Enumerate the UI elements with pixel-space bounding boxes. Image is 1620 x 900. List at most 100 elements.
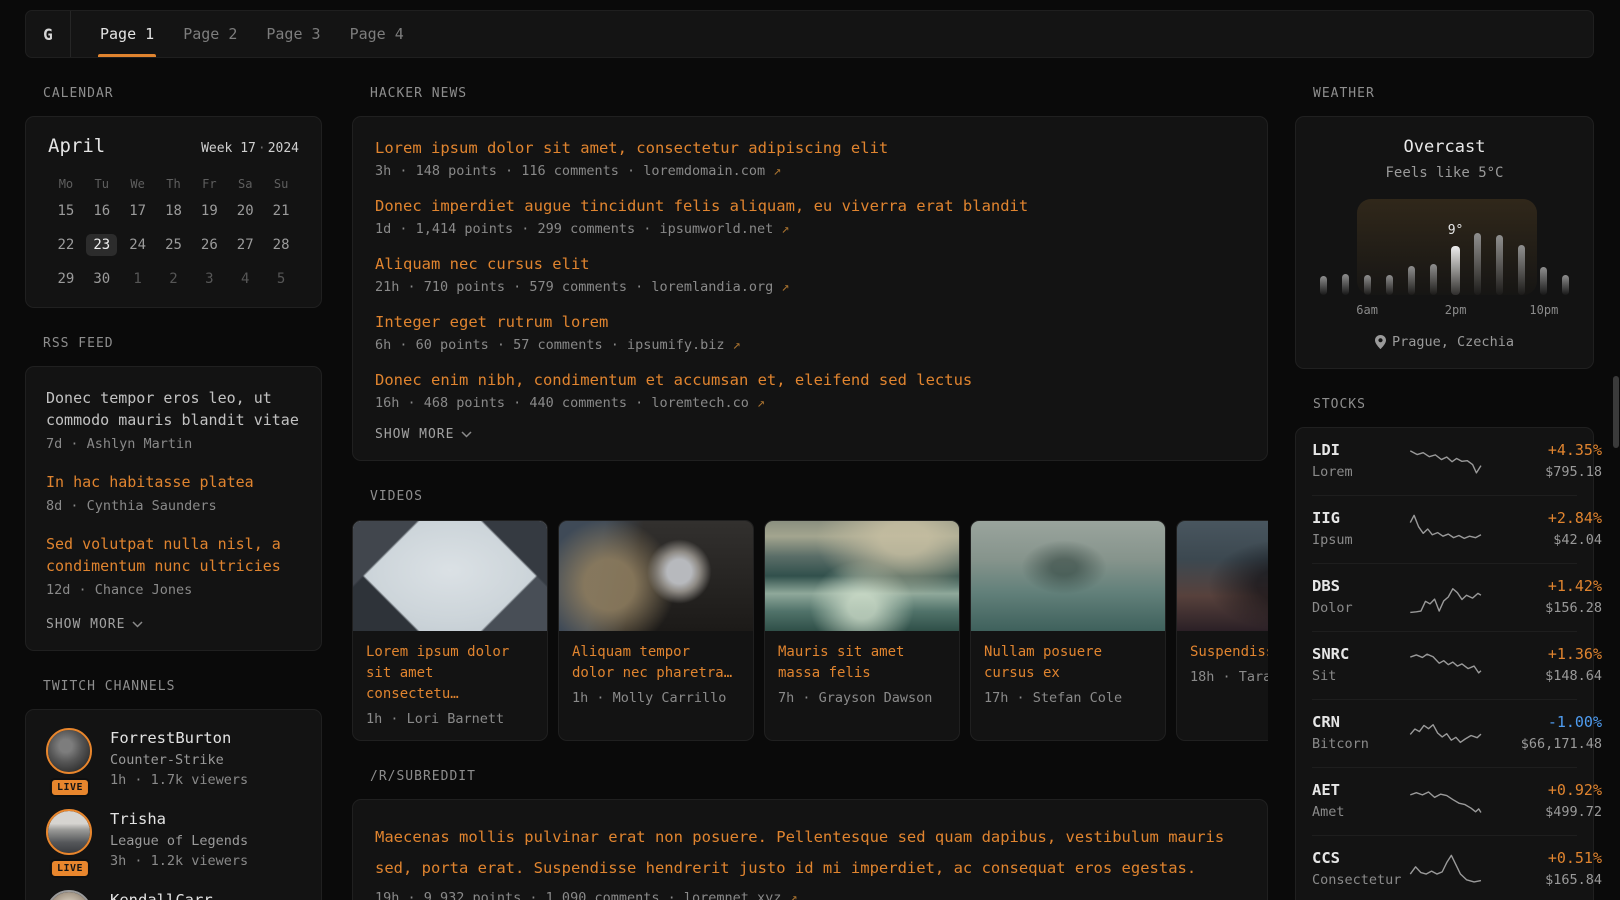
- weekday-label: Sa: [227, 177, 263, 191]
- video-thumbnail[interactable]: [353, 521, 547, 631]
- weather-bar: [1430, 264, 1437, 295]
- live-badge: LIVE: [50, 859, 90, 878]
- stock-row[interactable]: CCSConsectetur +0.51%$165.84: [1312, 835, 1577, 900]
- page-scrollbar[interactable]: [1613, 376, 1619, 448]
- calendar-widget: April Week 17·2024 Mo Tu We Th Fr Sa Su …: [25, 116, 322, 308]
- left-column: CALENDAR April Week 17·2024 Mo Tu We Th …: [25, 58, 322, 900]
- calendar-day: 16: [93, 203, 110, 219]
- video-meta: 1h · Lori Barnett: [366, 711, 534, 727]
- news-item-title[interactable]: Integer eget rutrum lorem: [375, 311, 1245, 333]
- rss-item-meta: 12d · Chance Jones: [46, 580, 301, 600]
- news-item-title[interactable]: Donec imperdiet augue tincidunt felis al…: [375, 195, 1245, 217]
- external-link-icon[interactable]: ↗: [781, 221, 789, 237]
- stock-row[interactable]: CRNBitcorn -1.00%$66,171.48: [1312, 699, 1577, 767]
- video-thumbnail[interactable]: [1177, 521, 1268, 631]
- stock-price: $42.04: [1484, 532, 1602, 549]
- news-item-title[interactable]: Lorem ipsum dolor sit amet, consectetur …: [375, 137, 1245, 159]
- news-item-title[interactable]: Donec enim nibh, condimentum et accumsan…: [375, 369, 1245, 391]
- video-thumbnail[interactable]: [765, 521, 959, 631]
- stock-ticker: SNRC: [1312, 645, 1408, 663]
- rss-item-title[interactable]: Sed volutpat nulla nisl, a condimentum n…: [46, 533, 301, 577]
- video-title[interactable]: Nullam posuere cursus ex: [984, 642, 1152, 684]
- stock-row[interactable]: IIGIpsum +2.84%$42.04: [1312, 495, 1577, 563]
- tab-page-4[interactable]: Page 4: [348, 11, 406, 57]
- rss-item-title[interactable]: In hac habitasse platea: [46, 471, 301, 493]
- rss-item-title[interactable]: Donec tempor eros leo, ut commodo mauris…: [46, 387, 301, 431]
- stock-row[interactable]: SNRCSit +1.36%$148.64: [1312, 631, 1577, 699]
- stock-row[interactable]: AETAmet +0.92%$499.72: [1312, 767, 1577, 835]
- avatar[interactable]: [46, 728, 92, 774]
- calendar-month: April: [48, 135, 105, 157]
- stock-row[interactable]: LDILorem +4.35%$795.18: [1312, 428, 1577, 495]
- subreddit-post-title[interactable]: Maecenas mollis pulvinar erat non posuer…: [375, 822, 1245, 884]
- twitch-channel-name[interactable]: ForrestBurton: [110, 728, 248, 749]
- video-title[interactable]: Lorem ipsum dolor sit amet consectetu…: [366, 642, 534, 705]
- hackernews-show-more-button[interactable]: SHOW MORE: [375, 427, 472, 442]
- stock-price: $795.18: [1484, 464, 1602, 481]
- subreddit-post: Maecenas mollis pulvinar erat non posuer…: [375, 822, 1245, 900]
- news-item: Donec imperdiet augue tincidunt felis al…: [375, 195, 1245, 239]
- video-card: Suspendisse diam 18h · Tara: [1176, 520, 1268, 741]
- stock-ticker: CRN: [1312, 713, 1408, 731]
- tab-page-2[interactable]: Page 2: [181, 11, 239, 57]
- news-item: Donec enim nibh, condimentum et accumsan…: [375, 369, 1245, 413]
- weather-bar: [1496, 235, 1503, 295]
- chevron-down-icon: [461, 431, 472, 438]
- video-thumbnail[interactable]: [559, 521, 753, 631]
- twitch-channel-game: League of Legends: [110, 831, 248, 851]
- news-item-title[interactable]: Aliquam nec cursus elit: [375, 253, 1245, 275]
- separator-dot: ·: [256, 141, 268, 156]
- weather-bar: [1562, 275, 1569, 295]
- video-title[interactable]: Suspendisse diam: [1190, 642, 1268, 663]
- weekday-label: Th: [156, 177, 192, 191]
- videos-widget: Lorem ipsum dolor sit amet consectetu… 1…: [352, 520, 1268, 741]
- stock-name: Ipsum: [1312, 532, 1408, 549]
- stock-price: $156.28: [1484, 600, 1602, 617]
- stock-change: +4.35%: [1484, 441, 1602, 459]
- external-link-icon[interactable]: ↗: [781, 279, 789, 295]
- avatar-wrap: LIVE: [46, 728, 94, 790]
- time-tick: 6am: [1356, 303, 1378, 317]
- tab-page-3[interactable]: Page 3: [264, 11, 322, 57]
- dashboard-page: G Page 1 Page 2 Page 3 Page 4 CALENDAR A…: [0, 0, 1620, 900]
- live-badge: LIVE: [50, 778, 90, 797]
- stock-sparkline: [1408, 443, 1484, 479]
- twitch-channel-name[interactable]: Trisha: [110, 809, 248, 830]
- stock-change: -1.00%: [1484, 713, 1602, 731]
- right-column: WEATHER Overcast Feels like 5°C 9° 6am 2…: [1295, 58, 1594, 900]
- stock-name: Dolor: [1312, 600, 1408, 617]
- stock-name: Amet: [1312, 804, 1408, 821]
- external-link-icon[interactable]: ↗: [790, 890, 798, 900]
- weather-location: Prague, Czechia: [1312, 334, 1577, 350]
- calendar-day: 26: [201, 237, 218, 253]
- stock-row[interactable]: DBSDolor +1.42%$156.28: [1312, 563, 1577, 631]
- twitch-channel-row: KendallCarr: [46, 890, 301, 900]
- video-meta: 17h · Stefan Cole: [984, 690, 1152, 706]
- twitch-channel-name[interactable]: KendallCarr: [110, 890, 213, 900]
- news-item-meta: 1d · 1,414 points · 299 comments · ipsum…: [375, 219, 1245, 239]
- news-item-meta: 21h · 710 points · 579 comments · loreml…: [375, 277, 1245, 297]
- external-link-icon[interactable]: ↗: [733, 337, 741, 353]
- app-logo[interactable]: G: [26, 11, 71, 57]
- external-link-icon[interactable]: ↗: [757, 395, 765, 411]
- calendar-day-grid: 15 16 17 18 19 20 21 22 23 24 25 26 27 2…: [48, 197, 299, 293]
- video-card: Mauris sit amet massa felis 7h · Grayson…: [764, 520, 960, 741]
- calendar-day-next-month: 2: [169, 271, 177, 287]
- avatar[interactable]: [46, 890, 92, 900]
- avatar[interactable]: [46, 809, 92, 855]
- rss-item-meta: 8d · Cynthia Saunders: [46, 496, 301, 516]
- video-thumbnail[interactable]: [971, 521, 1165, 631]
- stock-price: $66,171.48: [1484, 736, 1602, 753]
- tab-page-1[interactable]: Page 1: [98, 11, 156, 57]
- video-title[interactable]: Aliquam tempor dolor nec pharetra…: [572, 642, 740, 684]
- twitch-channel-meta: 1h · 1.7k viewers: [110, 770, 248, 790]
- calendar-day-next-month: 4: [241, 271, 249, 287]
- page-tabs: Page 1 Page 2 Page 3 Page 4: [71, 11, 431, 57]
- calendar-day-selected: 23: [86, 234, 117, 256]
- video-title[interactable]: Mauris sit amet massa felis: [778, 642, 946, 684]
- external-link-icon[interactable]: ↗: [773, 163, 781, 179]
- weather-feels-like: Feels like 5°C: [1312, 165, 1577, 181]
- rss-show-more-button[interactable]: SHOW MORE: [46, 617, 143, 632]
- calendar-day: 21: [273, 203, 290, 219]
- subreddit-post-meta: 19h · 9,932 points · 1,090 comments · lo…: [375, 888, 1245, 900]
